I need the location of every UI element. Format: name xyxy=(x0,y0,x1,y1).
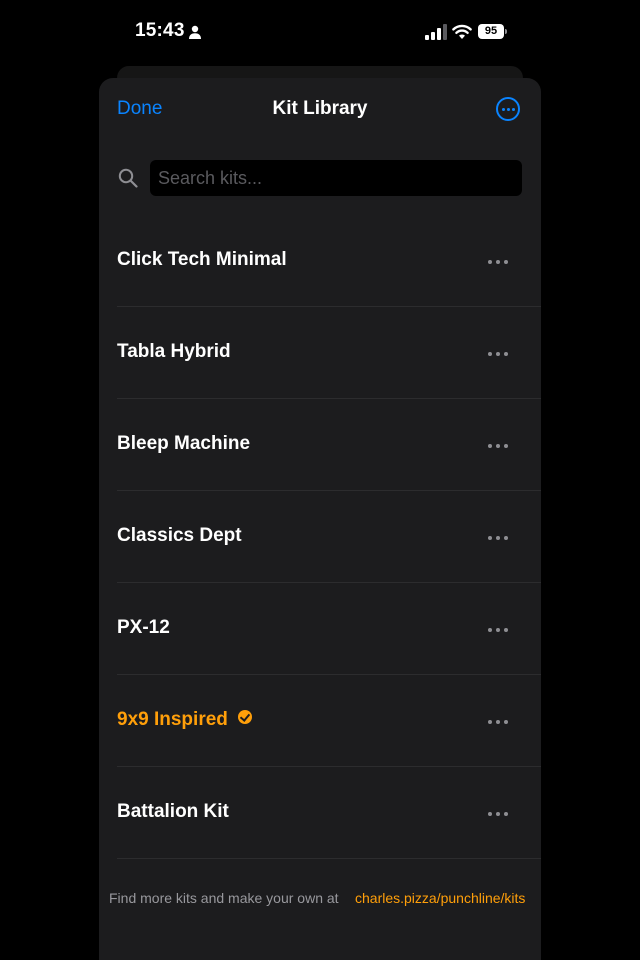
kit-name: Battalion Kit xyxy=(117,801,229,822)
footer-text: Find more kits and make your own at xyxy=(109,890,339,906)
cellular-signal-icon xyxy=(425,24,447,40)
list-item[interactable]: Battalion Kit xyxy=(99,767,541,859)
done-button[interactable]: Done xyxy=(117,98,162,120)
search-input[interactable] xyxy=(150,160,522,196)
more-options-icon[interactable] xyxy=(488,527,510,547)
more-options-icon[interactable] xyxy=(488,711,510,731)
kits-link[interactable]: charles.pizza/punchline/kits xyxy=(355,890,525,906)
kit-name-row: 9x9 Inspired xyxy=(117,709,252,731)
ellipsis-circle-icon[interactable] xyxy=(496,97,520,121)
status-time: 15:43 xyxy=(135,20,185,41)
kit-name: 9x9 Inspired xyxy=(117,709,228,730)
search-icon xyxy=(118,168,138,188)
more-options-icon[interactable] xyxy=(488,435,510,455)
more-options-icon[interactable] xyxy=(488,343,510,363)
kit-name: PX-12 xyxy=(117,617,170,638)
checkmark-icon xyxy=(237,710,252,724)
kit-name: Tabla Hybrid xyxy=(117,341,231,362)
kit-library-sheet: Done Kit Library Click Tech Minimal Tabl… xyxy=(99,78,541,960)
kit-list: Click Tech Minimal Tabla Hybrid Bleep Ma… xyxy=(99,215,541,859)
person-icon xyxy=(189,25,201,39)
list-item[interactable]: Classics Dept xyxy=(99,491,541,583)
wifi-icon xyxy=(452,24,472,39)
list-item[interactable]: Bleep Machine xyxy=(99,399,541,491)
battery-level: 95 xyxy=(478,24,504,39)
list-item-selected[interactable]: 9x9 Inspired xyxy=(99,675,541,767)
list-item[interactable]: Click Tech Minimal xyxy=(99,215,541,307)
status-bar: 15:43 95 xyxy=(0,0,640,66)
page-title: Kit Library xyxy=(272,98,368,119)
kit-name: Classics Dept xyxy=(117,525,242,546)
more-options-icon[interactable] xyxy=(488,251,510,271)
list-item[interactable]: PX-12 xyxy=(99,583,541,675)
kit-name: Click Tech Minimal xyxy=(117,249,287,270)
more-options-icon[interactable] xyxy=(488,619,510,639)
list-item[interactable]: Tabla Hybrid xyxy=(99,307,541,399)
battery-icon: 95 xyxy=(478,24,508,41)
more-options-icon[interactable] xyxy=(488,803,510,823)
kit-name: Bleep Machine xyxy=(117,433,251,454)
